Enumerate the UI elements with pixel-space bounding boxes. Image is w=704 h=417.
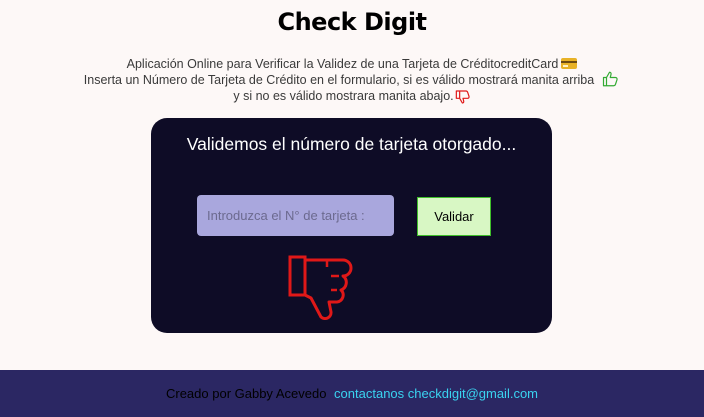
app-description: Aplicación Online para Verificar la Vali…	[0, 56, 704, 105]
page-title: Check Digit	[277, 8, 427, 36]
description-line-2-text: Inserta un Número de Tarjeta de Crédito …	[83, 73, 595, 87]
validate-button[interactable]: Validar	[417, 197, 491, 236]
panel-heading: Validemos el número de tarjeta otorgado.…	[186, 134, 517, 154]
description-line-2: Inserta un Número de Tarjeta de Crédito …	[0, 71, 704, 88]
thumbs-down-icon	[455, 90, 470, 104]
thumbs-up-icon	[603, 71, 618, 87]
description-line-3: y si no es válido mostrara manita abajo.	[0, 88, 704, 105]
validation-panel: Validemos el número de tarjeta otorgado.…	[151, 118, 552, 333]
card-number-input[interactable]	[197, 195, 394, 236]
credit-card-icon	[561, 58, 578, 69]
description-line-1: Aplicación Online para Verificar la Vali…	[0, 56, 704, 72]
description-line-1-text: Aplicación Online para Verificar la Vali…	[126, 57, 559, 71]
footer: Creado por Gabby Acevedo contactanos che…	[0, 370, 704, 417]
thumbs-down-icon	[288, 255, 353, 320]
footer-credit: Creado por Gabby Acevedo	[165, 386, 327, 401]
description-line-3-text: y si no es válido mostrara manita abajo.	[233, 89, 454, 103]
contact-link[interactable]: contactanos checkdigit@gmail.com	[334, 386, 538, 401]
